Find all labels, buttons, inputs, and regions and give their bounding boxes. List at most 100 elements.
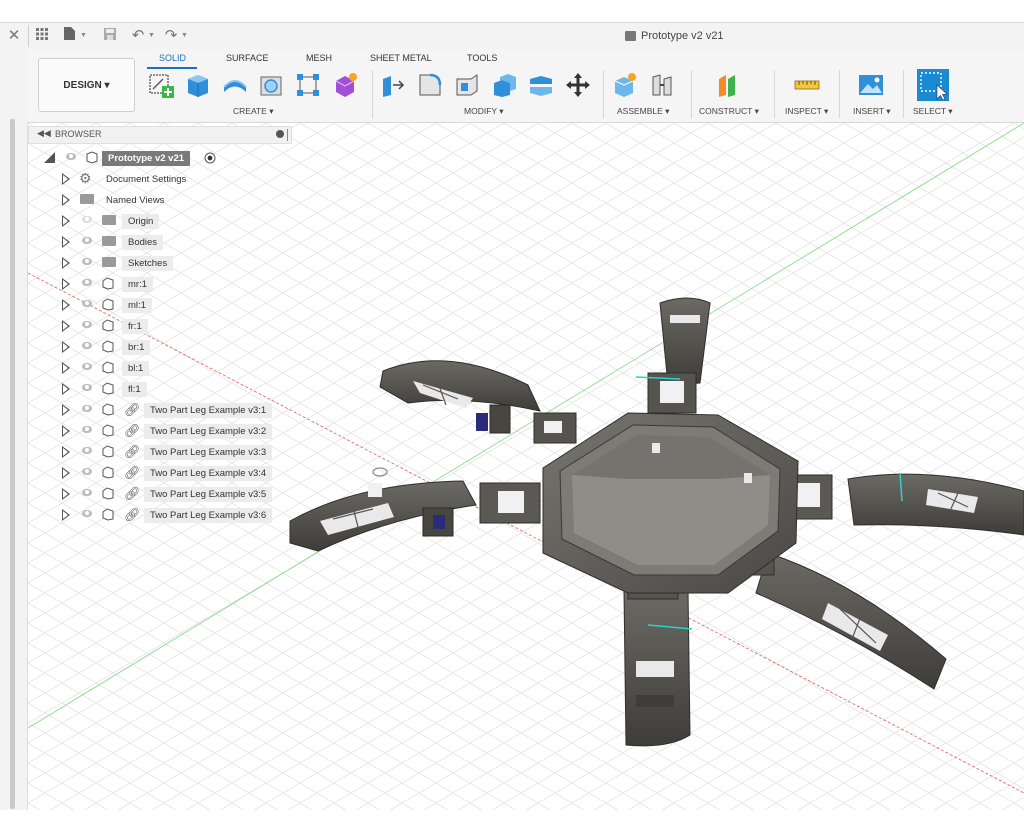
extrude-icon[interactable] [184, 71, 212, 99]
insert-menu[interactable]: INSERT ▾ [853, 106, 891, 117]
create-form-icon[interactable] [331, 71, 359, 99]
tab-sheet-metal[interactable]: SHEET METAL [370, 53, 432, 63]
expand-triangle-icon[interactable] [62, 278, 70, 290]
activate-radio-icon[interactable] [204, 152, 216, 164]
insert-image-icon[interactable] [857, 71, 885, 99]
sweep-icon[interactable] [257, 71, 285, 99]
expand-triangle-icon[interactable] [62, 509, 70, 521]
expand-triangle-icon[interactable] [62, 173, 70, 185]
browser-item-linked-component[interactable]: 🔗︎ Two Part Leg Example v3:1 [62, 401, 273, 419]
browser-item-document-settings[interactable]: ⚙ Document Settings [62, 170, 272, 188]
browser-item-component[interactable]: fl:1 [62, 380, 272, 398]
expanded-triangle-icon[interactable] [44, 152, 55, 163]
shell-icon[interactable] [453, 71, 481, 99]
minimize-browser-icon[interactable] [276, 130, 284, 138]
tab-tools[interactable]: TOOLS [467, 53, 497, 63]
assemble-menu[interactable]: ASSEMBLE ▾ [617, 106, 669, 117]
expand-triangle-icon[interactable] [62, 320, 70, 332]
browser-item-linked-component[interactable]: 🔗︎ Two Part Leg Example v3:5 [62, 485, 273, 503]
visibility-eye-icon[interactable] [82, 237, 92, 244]
visibility-eye-icon[interactable] [82, 279, 92, 286]
visibility-eye-icon[interactable] [82, 489, 92, 496]
component-icon [102, 277, 114, 290]
joint-icon[interactable] [648, 71, 676, 99]
split-body-icon[interactable] [527, 71, 555, 99]
new-component-icon[interactable] [611, 71, 639, 99]
visibility-eye-icon[interactable] [82, 510, 92, 517]
visibility-eye-icon[interactable] [82, 363, 92, 370]
redo-chevron-down-icon[interactable]: ▼ [181, 32, 188, 39]
workspace-switcher-button[interactable]: DESIGN ▾ [38, 58, 135, 112]
browser-root-row[interactable]: Prototype v2 v21 [44, 149, 274, 167]
revolve-icon[interactable] [221, 71, 249, 99]
expand-triangle-icon[interactable] [62, 383, 70, 395]
browser-item-linked-component[interactable]: 🔗︎ Two Part Leg Example v3:6 [62, 506, 273, 524]
tab-mesh[interactable]: MESH [306, 53, 332, 63]
modify-menu[interactable]: MODIFY ▾ [464, 106, 504, 117]
expand-triangle-icon[interactable] [62, 404, 70, 416]
file-icon[interactable] [62, 26, 76, 46]
browser-item-linked-component[interactable]: 🔗︎ Two Part Leg Example v3:3 [62, 443, 273, 461]
browser-item-component[interactable]: bl:1 [62, 359, 272, 377]
visibility-eye-icon[interactable] [82, 300, 92, 307]
expand-triangle-icon[interactable] [62, 257, 70, 269]
measure-icon[interactable] [793, 71, 821, 99]
expand-triangle-icon[interactable] [62, 425, 70, 437]
move-copy-icon[interactable] [564, 71, 592, 99]
inspect-menu[interactable]: INSPECT ▾ [785, 106, 828, 117]
expand-triangle-icon[interactable] [62, 299, 70, 311]
expand-triangle-icon[interactable] [62, 341, 70, 353]
construct-menu[interactable]: CONSTRUCT ▾ [699, 106, 759, 117]
tab-solid[interactable]: SOLID [159, 53, 186, 63]
browser-item-component[interactable]: fr:1 [62, 317, 272, 335]
visibility-eye-icon[interactable] [82, 468, 92, 475]
undo-chevron-down-icon[interactable]: ▼ [148, 32, 155, 39]
grid-menu-icon[interactable] [34, 26, 50, 46]
visibility-eye-icon[interactable] [82, 258, 92, 265]
browser-item-sketches[interactable]: Sketches [62, 254, 272, 272]
browser-root-label[interactable]: Prototype v2 v21 [102, 151, 191, 166]
browser-item-component[interactable]: br:1 [62, 338, 272, 356]
expand-triangle-icon[interactable] [62, 362, 70, 374]
save-icon[interactable] [103, 26, 117, 46]
left-scrollbar[interactable] [10, 119, 15, 809]
browser-item-origin[interactable]: Origin [62, 212, 272, 230]
hidden-eye-icon[interactable] [82, 216, 92, 223]
visibility-eye-icon[interactable] [82, 321, 92, 328]
collapse-browser-icon[interactable]: ◀◀ [37, 128, 51, 139]
expand-triangle-icon[interactable] [62, 215, 70, 227]
visibility-eye-icon[interactable] [66, 153, 76, 160]
tab-surface[interactable]: SURFACE [226, 53, 269, 63]
undo-icon[interactable]: ↶ [131, 26, 145, 46]
expand-triangle-icon[interactable] [62, 488, 70, 500]
browser-item-named-views[interactable]: Named Views [62, 191, 272, 209]
visibility-eye-icon[interactable] [82, 384, 92, 391]
combine-icon[interactable] [490, 71, 518, 99]
fillet-icon[interactable] [416, 71, 444, 99]
browser-item-component[interactable]: mr:1 [62, 275, 272, 293]
create-menu[interactable]: CREATE ▾ [233, 106, 273, 117]
browser-pin-handle[interactable] [287, 129, 288, 141]
close-icon[interactable]: ✕ [6, 26, 22, 46]
create-sketch-icon[interactable] [147, 71, 175, 99]
expand-triangle-icon[interactable] [62, 446, 70, 458]
browser-item-linked-component[interactable]: 🔗︎ Two Part Leg Example v3:4 [62, 464, 273, 482]
offset-plane-icon[interactable] [714, 71, 742, 99]
expand-triangle-icon[interactable] [62, 194, 70, 206]
file-menu-chevron-down-icon[interactable]: ▼ [80, 32, 87, 39]
visibility-eye-icon[interactable] [82, 447, 92, 454]
visibility-eye-icon[interactable] [82, 405, 92, 412]
browser-item-linked-component[interactable]: 🔗︎ Two Part Leg Example v3:2 [62, 422, 273, 440]
browser-item-bodies[interactable]: Bodies [62, 233, 272, 251]
redo-icon[interactable]: ↷ [164, 26, 178, 46]
press-pull-icon[interactable] [379, 71, 407, 99]
select-menu[interactable]: SELECT ▾ [913, 106, 953, 117]
expand-triangle-icon[interactable] [62, 467, 70, 479]
visibility-eye-icon[interactable] [82, 342, 92, 349]
visibility-eye-icon[interactable] [82, 426, 92, 433]
root-component-icon [86, 151, 98, 164]
rectangular-pattern-icon[interactable] [294, 71, 322, 99]
select-icon[interactable] [917, 69, 949, 101]
browser-item-component[interactable]: ml:1 [62, 296, 272, 314]
expand-triangle-icon[interactable] [62, 236, 70, 248]
